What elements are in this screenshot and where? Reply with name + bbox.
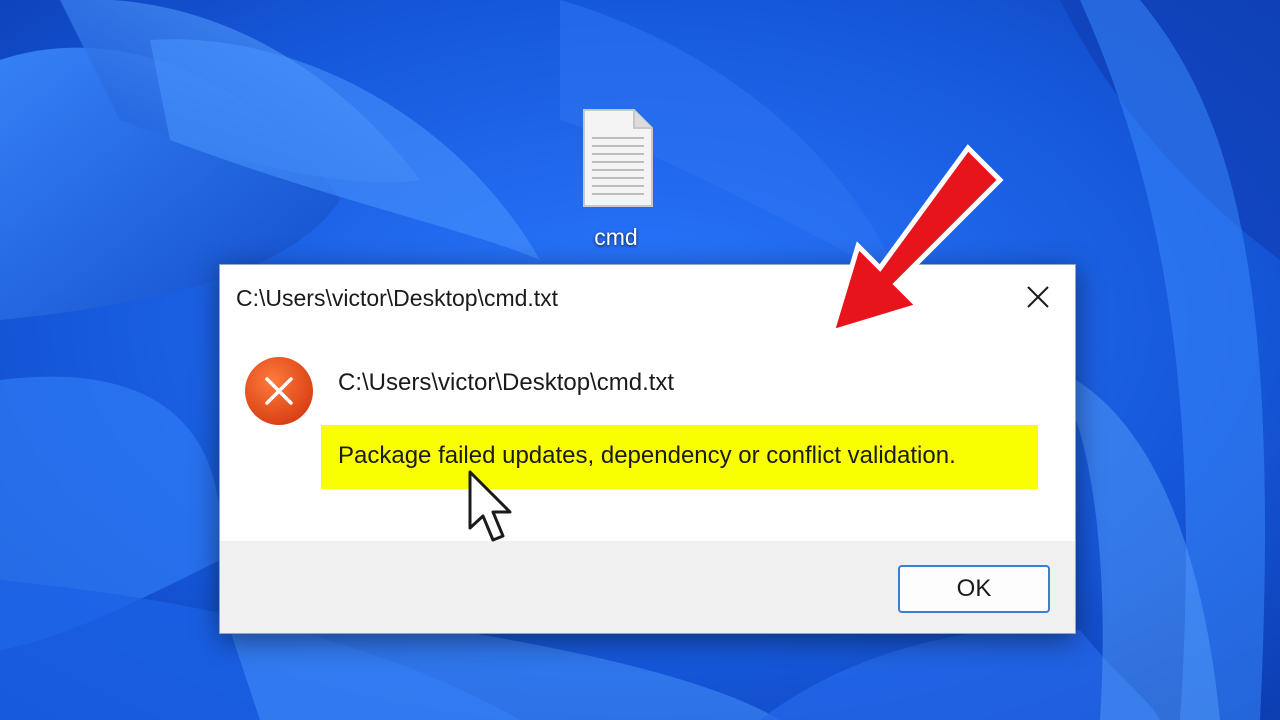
ok-button[interactable]: OK (898, 565, 1050, 613)
desktop-file-cmd[interactable]: cmd (566, 108, 666, 258)
red-arrow-icon (828, 144, 1004, 336)
dialog-title: C:\Users\victor\Desktop\cmd.txt (236, 285, 559, 311)
error-icon (245, 357, 313, 425)
close-button[interactable] (1014, 275, 1062, 319)
close-icon (1027, 286, 1049, 308)
mouse-pointer-icon (468, 470, 512, 542)
message-path: C:\Users\victor\Desktop\cmd.txt (338, 369, 675, 396)
error-message: Package failed updates, dependency or co… (338, 442, 956, 469)
desktop-file-label: cmd (594, 224, 638, 250)
text-file-icon (583, 109, 653, 207)
